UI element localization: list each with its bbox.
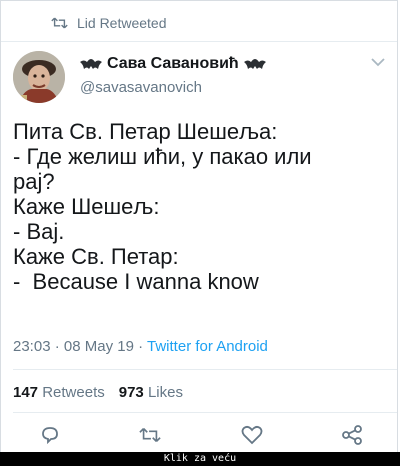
retweet-icon (51, 17, 68, 29)
retweets-stat[interactable]: 147 Retweets (13, 384, 105, 401)
likes-label: Likes (147, 384, 183, 401)
meta-separator: · (138, 338, 144, 355)
likes-stat[interactable]: 973 Likes (119, 384, 183, 401)
retweet-banner[interactable]: Lid Retweeted (51, 15, 167, 31)
avatar[interactable] (13, 51, 65, 103)
reply-icon[interactable] (39, 425, 61, 445)
avatar-portrait (13, 51, 65, 103)
tweet-line: Каже Шешељ: (13, 194, 160, 219)
tweet-line: Каже Св. Петар: (13, 244, 179, 269)
tweet-line: рај? (13, 169, 55, 194)
tweet-source-link[interactable]: Twitter for Android (147, 338, 268, 355)
bat-icon (243, 59, 266, 69)
divider (13, 412, 397, 413)
tweet-date: 08 May 19 (63, 338, 134, 355)
tweet-line: - Где желиш ићи, у пакао или (13, 144, 312, 169)
retweet-banner-text: Lid Retweeted (77, 15, 167, 31)
chevron-down-icon[interactable] (371, 57, 385, 67)
bat-icon (80, 59, 102, 69)
retweets-count: 147 (13, 384, 39, 401)
tweet-card: Lid Retweeted Сава Савановић @savasavano… (0, 0, 398, 452)
tweet-text: Пита Св. Петар Шешеља: - Где желиш ићи, … (13, 119, 391, 294)
meta-separator: · (54, 338, 60, 355)
like-icon[interactable] (241, 425, 263, 445)
author-display-name: Сава Савановић (107, 55, 239, 72)
tweet-meta: 23:03 · 08 May 19 · Twitter for Android (13, 338, 268, 355)
action-bar (1, 421, 397, 449)
author-name-row[interactable]: Сава Савановић (80, 55, 266, 73)
tweet-line: Пита Св. Петар Шешеља: (13, 119, 278, 144)
caption-link[interactable]: Klik za veću (0, 452, 400, 466)
divider (1, 41, 397, 42)
retweet-icon[interactable] (139, 425, 161, 445)
tweet-line: - Because I wanna know (13, 269, 259, 294)
retweets-label: Retweets (42, 384, 105, 401)
tweet-stats: 147 Retweets 973 Likes (13, 384, 183, 401)
likes-count: 973 (118, 384, 144, 401)
author-handle[interactable]: @savasavanovich (80, 79, 202, 96)
share-icon[interactable] (341, 425, 363, 445)
tweet-time: 23:03 (13, 338, 51, 355)
tweet-line: - Вај. (13, 219, 65, 244)
divider (13, 369, 397, 370)
